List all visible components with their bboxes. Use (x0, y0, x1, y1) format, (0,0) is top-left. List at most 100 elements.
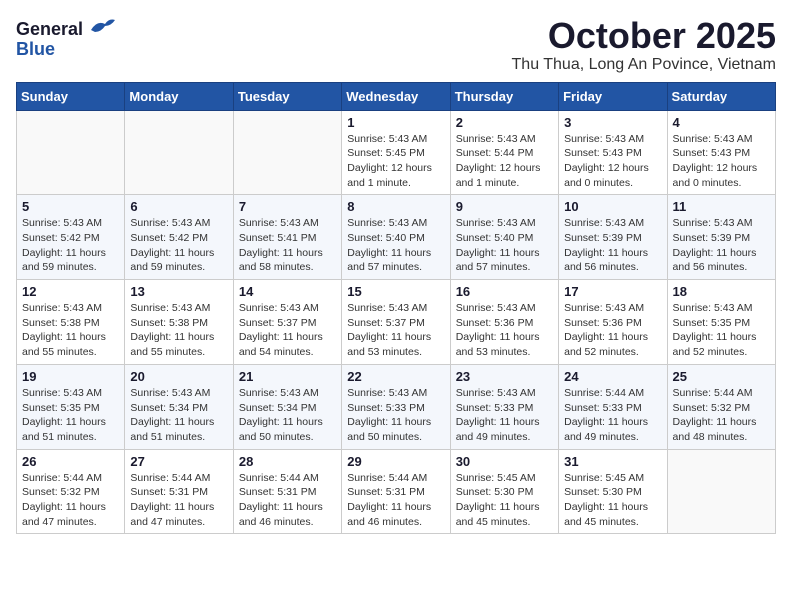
day-info: Sunrise: 5:43 AM Sunset: 5:39 PM Dayligh… (564, 216, 661, 275)
calendar-cell: 2 Sunrise: 5:43 AM Sunset: 5:44 PM Daylig… (450, 110, 558, 195)
day-number: 11 (673, 199, 770, 214)
logo: General Blue (16, 16, 117, 60)
calendar-cell: 11 Sunrise: 5:43 AM Sunset: 5:39 PM Dayli… (667, 195, 775, 280)
day-number: 5 (22, 199, 119, 214)
calendar-cell (233, 110, 341, 195)
day-info: Sunrise: 5:44 AM Sunset: 5:32 PM Dayligh… (673, 386, 770, 445)
day-number: 1 (347, 115, 444, 130)
page-header: General Blue October 2025 Thu Thua, Long… (16, 16, 776, 74)
calendar-cell: 25 Sunrise: 5:44 AM Sunset: 5:32 PM Dayli… (667, 364, 775, 449)
calendar-cell: 27 Sunrise: 5:44 AM Sunset: 5:31 PM Dayli… (125, 449, 233, 534)
calendar-cell: 23 Sunrise: 5:43 AM Sunset: 5:33 PM Dayli… (450, 364, 558, 449)
calendar-cell: 26 Sunrise: 5:44 AM Sunset: 5:32 PM Dayli… (17, 449, 125, 534)
header-sunday: Sunday (17, 82, 125, 110)
calendar-cell: 28 Sunrise: 5:44 AM Sunset: 5:31 PM Dayli… (233, 449, 341, 534)
day-number: 27 (130, 454, 227, 469)
day-info: Sunrise: 5:43 AM Sunset: 5:41 PM Dayligh… (239, 216, 336, 275)
calendar-week-3: 12Sunrise: 5:43 AM Sunset: 5:38 PM Dayli… (17, 280, 776, 365)
calendar-cell: 22 Sunrise: 5:43 AM Sunset: 5:33 PM Dayli… (342, 364, 450, 449)
day-number: 30 (456, 454, 553, 469)
day-info: Sunrise: 5:43 AM Sunset: 5:39 PM Dayligh… (673, 216, 770, 275)
calendar-cell: 15 Sunrise: 5:43 AM Sunset: 5:37 PM Dayli… (342, 280, 450, 365)
day-info: Sunrise: 5:44 AM Sunset: 5:31 PM Dayligh… (130, 471, 227, 530)
day-number: 14 (239, 284, 336, 299)
day-number: 4 (673, 115, 770, 130)
calendar-cell (17, 110, 125, 195)
calendar-week-1: 1 Sunrise: 5:43 AM Sunset: 5:45 PM Daylig… (17, 110, 776, 195)
day-number: 20 (130, 369, 227, 384)
day-number: 8 (347, 199, 444, 214)
day-number: 6 (130, 199, 227, 214)
day-info: Sunrise: 5:44 AM Sunset: 5:31 PM Dayligh… (347, 471, 444, 530)
calendar-cell: 6Sunrise: 5:43 AM Sunset: 5:42 PM Daylig… (125, 195, 233, 280)
day-number: 23 (456, 369, 553, 384)
calendar-week-2: 5 Sunrise: 5:43 AM Sunset: 5:42 PM Daylig… (17, 195, 776, 280)
calendar-cell: 31 Sunrise: 5:45 AM Sunset: 5:30 PM Dayli… (559, 449, 667, 534)
day-number: 22 (347, 369, 444, 384)
calendar-cell: 19Sunrise: 5:43 AM Sunset: 5:35 PM Dayli… (17, 364, 125, 449)
header-tuesday: Tuesday (233, 82, 341, 110)
day-info: Sunrise: 5:44 AM Sunset: 5:32 PM Dayligh… (22, 471, 119, 530)
day-number: 12 (22, 284, 119, 299)
day-number: 9 (456, 199, 553, 214)
day-info: Sunrise: 5:43 AM Sunset: 5:45 PM Dayligh… (347, 132, 444, 191)
day-info: Sunrise: 5:43 AM Sunset: 5:43 PM Dayligh… (673, 132, 770, 191)
day-number: 24 (564, 369, 661, 384)
calendar-cell: 3Sunrise: 5:43 AM Sunset: 5:43 PM Daylig… (559, 110, 667, 195)
day-info: Sunrise: 5:43 AM Sunset: 5:37 PM Dayligh… (239, 301, 336, 360)
day-info: Sunrise: 5:43 AM Sunset: 5:43 PM Dayligh… (564, 132, 661, 191)
calendar-cell: 18 Sunrise: 5:43 AM Sunset: 5:35 PM Dayli… (667, 280, 775, 365)
day-number: 10 (564, 199, 661, 214)
day-number: 31 (564, 454, 661, 469)
day-info: Sunrise: 5:43 AM Sunset: 5:34 PM Dayligh… (239, 386, 336, 445)
logo-general: General (16, 19, 83, 40)
calendar-cell: 29 Sunrise: 5:44 AM Sunset: 5:31 PM Dayli… (342, 449, 450, 534)
calendar-cell: 24 Sunrise: 5:44 AM Sunset: 5:33 PM Dayli… (559, 364, 667, 449)
calendar-cell: 1 Sunrise: 5:43 AM Sunset: 5:45 PM Daylig… (342, 110, 450, 195)
day-info: Sunrise: 5:43 AM Sunset: 5:42 PM Dayligh… (22, 216, 119, 275)
calendar-cell: 14 Sunrise: 5:43 AM Sunset: 5:37 PM Dayli… (233, 280, 341, 365)
day-info: Sunrise: 5:43 AM Sunset: 5:44 PM Dayligh… (456, 132, 553, 191)
header-saturday: Saturday (667, 82, 775, 110)
day-number: 26 (22, 454, 119, 469)
day-number: 2 (456, 115, 553, 130)
calendar-cell: 4 Sunrise: 5:43 AM Sunset: 5:43 PM Daylig… (667, 110, 775, 195)
header-thursday: Thursday (450, 82, 558, 110)
day-info: Sunrise: 5:43 AM Sunset: 5:40 PM Dayligh… (456, 216, 553, 275)
day-info: Sunrise: 5:43 AM Sunset: 5:35 PM Dayligh… (22, 386, 119, 445)
calendar-cell: 16 Sunrise: 5:43 AM Sunset: 5:36 PM Dayli… (450, 280, 558, 365)
calendar-week-4: 19Sunrise: 5:43 AM Sunset: 5:35 PM Dayli… (17, 364, 776, 449)
calendar-cell: 13Sunrise: 5:43 AM Sunset: 5:38 PM Dayli… (125, 280, 233, 365)
day-number: 28 (239, 454, 336, 469)
day-number: 15 (347, 284, 444, 299)
day-info: Sunrise: 5:44 AM Sunset: 5:33 PM Dayligh… (564, 386, 661, 445)
day-info: Sunrise: 5:43 AM Sunset: 5:37 PM Dayligh… (347, 301, 444, 360)
day-info: Sunrise: 5:44 AM Sunset: 5:31 PM Dayligh… (239, 471, 336, 530)
day-number: 16 (456, 284, 553, 299)
day-info: Sunrise: 5:43 AM Sunset: 5:33 PM Dayligh… (347, 386, 444, 445)
day-info: Sunrise: 5:45 AM Sunset: 5:30 PM Dayligh… (564, 471, 661, 530)
month-title: October 2025 (512, 16, 776, 56)
day-number: 17 (564, 284, 661, 299)
calendar-cell: 30Sunrise: 5:45 AM Sunset: 5:30 PM Dayli… (450, 449, 558, 534)
calendar-cell: 5 Sunrise: 5:43 AM Sunset: 5:42 PM Daylig… (17, 195, 125, 280)
day-number: 18 (673, 284, 770, 299)
header-monday: Monday (125, 82, 233, 110)
calendar-cell: 21 Sunrise: 5:43 AM Sunset: 5:34 PM Dayli… (233, 364, 341, 449)
calendar-cell: 17 Sunrise: 5:43 AM Sunset: 5:36 PM Dayli… (559, 280, 667, 365)
day-number: 25 (673, 369, 770, 384)
day-number: 21 (239, 369, 336, 384)
calendar-week-5: 26 Sunrise: 5:44 AM Sunset: 5:32 PM Dayli… (17, 449, 776, 534)
header-wednesday: Wednesday (342, 82, 450, 110)
day-info: Sunrise: 5:43 AM Sunset: 5:36 PM Dayligh… (564, 301, 661, 360)
day-number: 7 (239, 199, 336, 214)
day-info: Sunrise: 5:43 AM Sunset: 5:34 PM Dayligh… (130, 386, 227, 445)
day-number: 29 (347, 454, 444, 469)
day-info: Sunrise: 5:43 AM Sunset: 5:35 PM Dayligh… (673, 301, 770, 360)
logo-blue: Blue (16, 39, 55, 60)
calendar-cell (125, 110, 233, 195)
day-info: Sunrise: 5:43 AM Sunset: 5:36 PM Dayligh… (456, 301, 553, 360)
day-info: Sunrise: 5:43 AM Sunset: 5:33 PM Dayligh… (456, 386, 553, 445)
calendar-table: Sunday Monday Tuesday Wednesday Thursday… (16, 82, 776, 535)
calendar-cell: 20 Sunrise: 5:43 AM Sunset: 5:34 PM Dayli… (125, 364, 233, 449)
